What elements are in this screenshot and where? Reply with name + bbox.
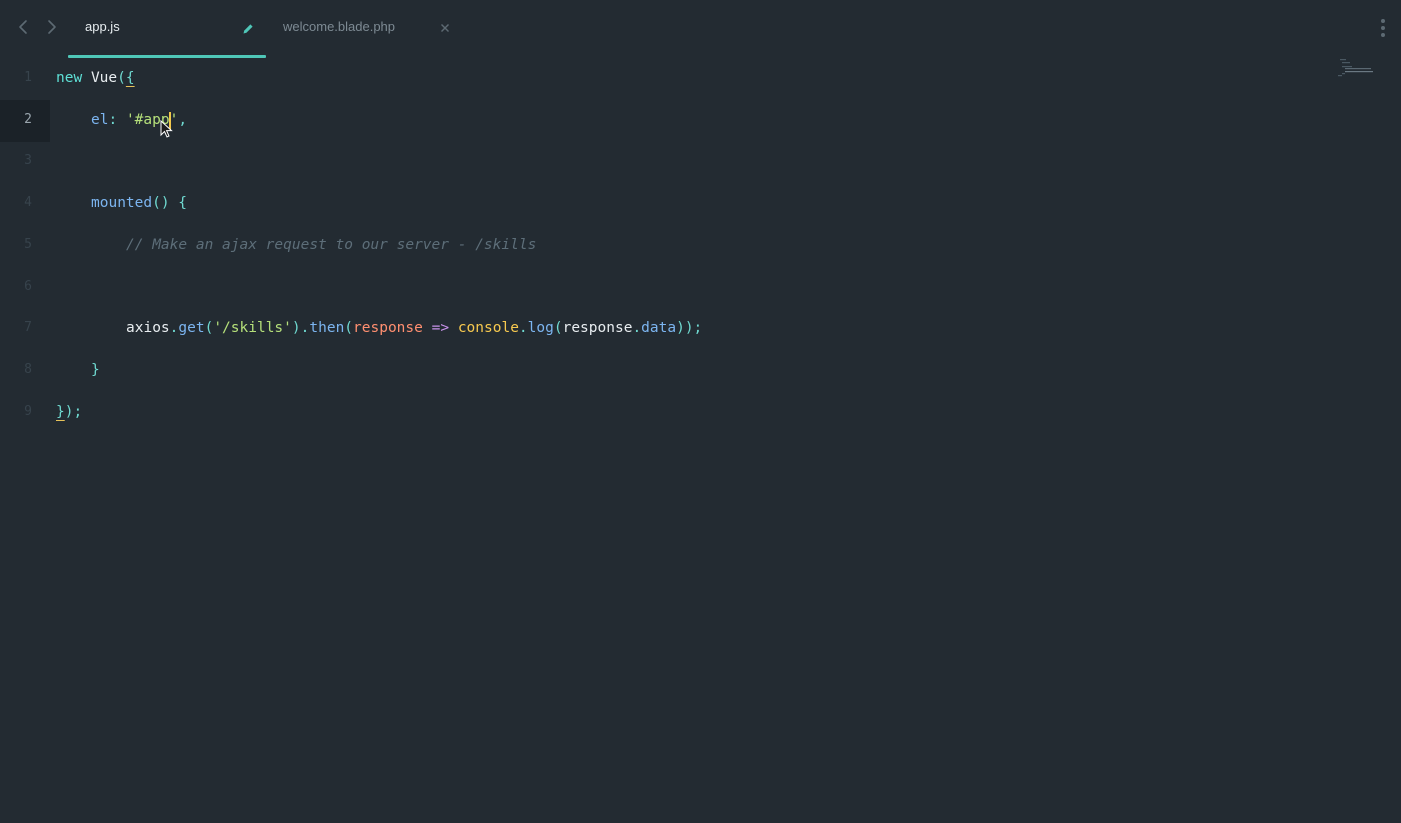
code-line[interactable]: 9}); xyxy=(0,392,1320,434)
code-token: console xyxy=(457,320,519,337)
code-line[interactable]: 1 new Vue({ xyxy=(0,58,1320,100)
mouse-pointer-icon xyxy=(160,119,173,138)
code-token: ) xyxy=(291,320,301,337)
code-token: mounted xyxy=(91,195,153,212)
chevron-right-icon xyxy=(48,20,56,34)
code-text: new Vue({ xyxy=(56,70,135,86)
tab-label: welcome.blade.php xyxy=(283,19,396,34)
code-line[interactable]: 2 el: '#app', xyxy=(0,99,1320,142)
close-icon[interactable] xyxy=(438,21,452,35)
chevron-left-icon xyxy=(19,20,27,34)
code-line[interactable]: 6 xyxy=(0,267,1320,309)
tab-app-js[interactable]: app.js xyxy=(68,0,266,58)
code-token: data xyxy=(641,320,677,337)
line-number: 5 xyxy=(24,236,32,252)
tab-label: app.js xyxy=(85,19,120,34)
code-token: ); xyxy=(64,403,83,420)
pencil-icon xyxy=(243,24,253,34)
code-line[interactable]: 8} xyxy=(0,350,1320,392)
code-text: }); xyxy=(56,404,82,420)
code-token: } xyxy=(56,403,65,420)
line-number: 1 xyxy=(24,70,32,85)
code-token: response xyxy=(353,320,423,337)
code-token: )); xyxy=(676,320,703,337)
code-line[interactable]: 4 mounted() { xyxy=(0,183,1320,225)
code-token: Vue xyxy=(90,70,118,86)
forward-button[interactable] xyxy=(42,17,62,37)
code-token: . xyxy=(518,320,528,337)
code-line[interactable]: 3 xyxy=(0,141,1320,183)
more-options-button[interactable] xyxy=(1374,16,1390,40)
line-number: 7 xyxy=(24,320,32,336)
line-number: 6 xyxy=(24,278,32,294)
code-text: // Make an ajax request to our server - … xyxy=(126,237,536,253)
code-text: axios.get('/skills').then(response => co… xyxy=(126,320,702,336)
code-token: () { xyxy=(152,195,188,212)
code-line[interactable]: 7 axios.get('/skills').then(response => c… xyxy=(0,308,1320,350)
tab-welcome-blade-php[interactable]: welcome.blade.php xyxy=(266,0,462,56)
code-token: get xyxy=(178,320,205,337)
code-token: : xyxy=(108,111,126,128)
more-vertical-icon xyxy=(1381,19,1385,37)
code-token: // Make an ajax request to our server - … xyxy=(126,236,537,253)
code-token: '/skills' xyxy=(213,320,292,337)
code-token: then xyxy=(309,320,345,337)
code-line[interactable]: 5 // Make an ajax request to our server -… xyxy=(0,225,1320,267)
code-text: mounted() { xyxy=(91,195,187,211)
code-token: . xyxy=(632,320,642,337)
code-editor[interactable]: 1 new Vue({2 el: '#app', 3 4 mounted() {5// M… xyxy=(0,58,1401,823)
line-number: 2 xyxy=(24,111,32,127)
minimap[interactable] xyxy=(1336,58,1376,78)
code-token: ( xyxy=(344,320,354,337)
back-button[interactable] xyxy=(13,17,33,37)
code-token: ( xyxy=(553,320,563,337)
code-token: , xyxy=(178,111,188,128)
code-token: axios xyxy=(126,320,170,337)
code-token: el xyxy=(91,111,109,128)
code-token: new xyxy=(56,70,83,86)
code-token: { xyxy=(125,70,135,86)
code-token: ( xyxy=(117,70,126,86)
code-token: } xyxy=(91,361,100,378)
code-token: => xyxy=(431,320,450,337)
tab-bar: app.js welcome.blade.php xyxy=(0,0,1401,58)
code-text: } xyxy=(91,362,100,378)
line-number: 8 xyxy=(24,361,32,377)
code-token: response xyxy=(562,320,633,337)
code-token: log xyxy=(527,320,554,337)
line-number: 3 xyxy=(24,153,32,169)
line-number: 4 xyxy=(24,195,32,211)
editor-window: app.js welcome.blade.php 1 new Vue({2 el: … xyxy=(0,0,1401,823)
line-number: 9 xyxy=(24,403,32,419)
code-token: ' xyxy=(125,111,135,128)
